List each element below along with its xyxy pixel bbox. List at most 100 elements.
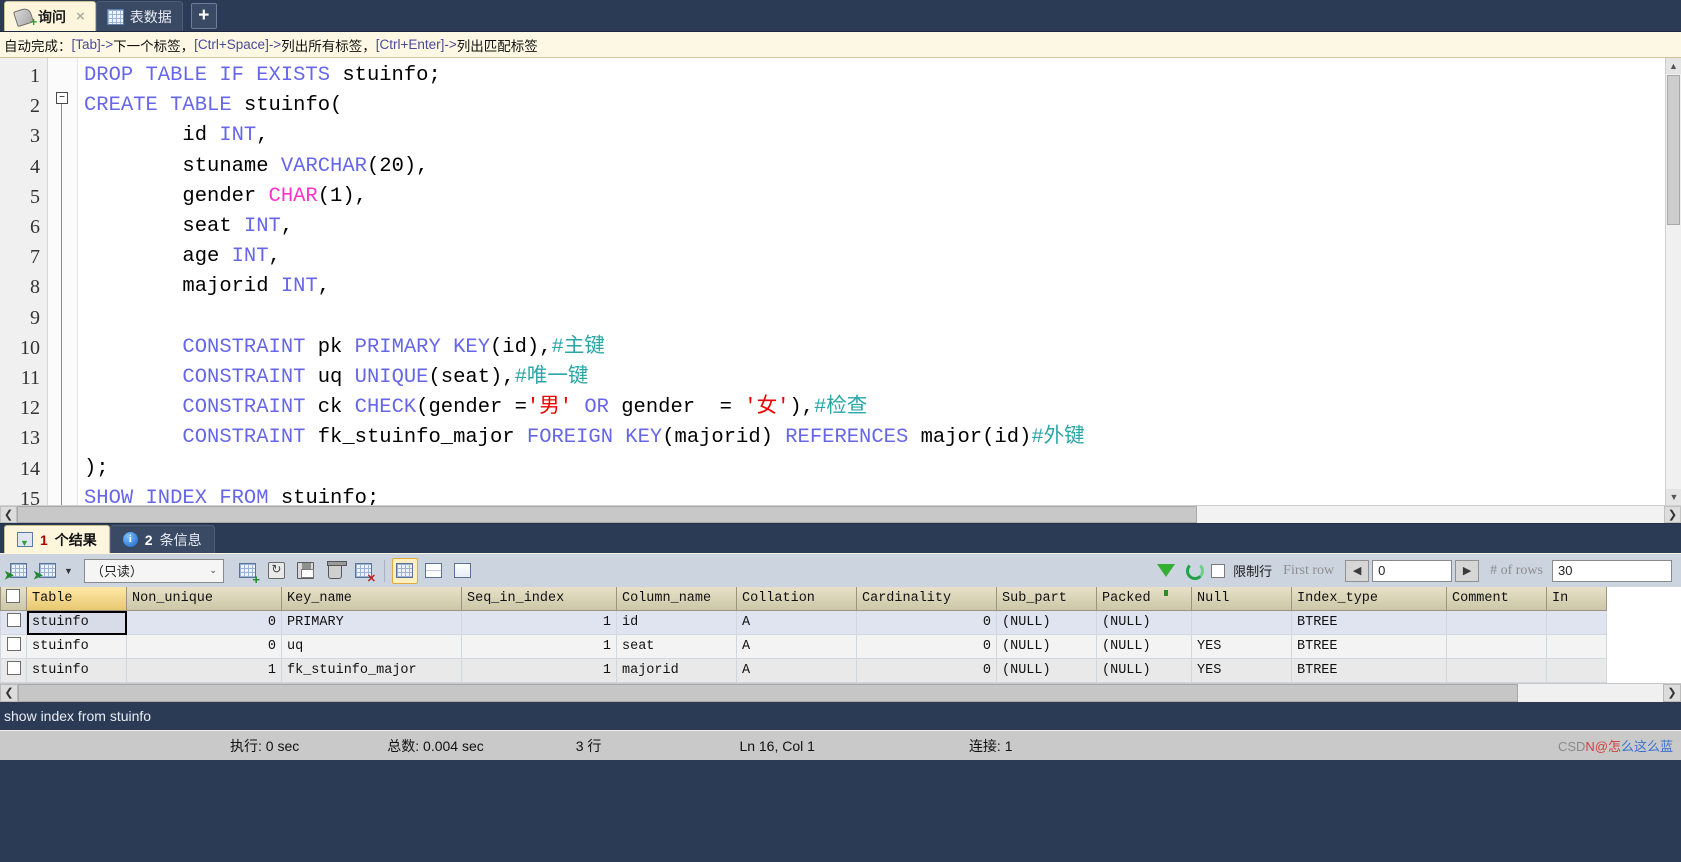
table-cell[interactable]: (NULL) [1097,635,1192,659]
table-cell[interactable]: A [737,635,857,659]
grid-hscroll-track[interactable] [18,684,1663,702]
row-select-cell[interactable] [1,611,27,635]
table-cell[interactable]: 1 [127,659,282,683]
table-cell[interactable]: 0 [857,635,997,659]
sql-editor[interactable]: 123456789101112131415 − DROP TABLE IF EX… [0,58,1681,505]
table-cell[interactable] [1192,611,1292,635]
table-cell[interactable]: 0 [127,611,282,635]
table-cell[interactable]: BTREE [1292,635,1447,659]
grid-horizontal-scrollbar[interactable]: ❮ ❯ [0,683,1681,702]
form-view-button[interactable] [421,558,447,584]
column-header[interactable]: Key_name [282,587,462,611]
table-cell[interactable]: 0 [127,635,282,659]
editor-horizontal-scrollbar[interactable]: ❮ ❯ [0,505,1681,523]
column-header[interactable]: Cardinality [857,587,997,611]
code-fold-column[interactable]: − [48,58,78,505]
table-cell[interactable]: 0 [857,611,997,635]
scroll-right-icon[interactable]: ❯ [1664,506,1681,523]
tab-table-data[interactable]: 表数据 [96,1,183,31]
column-header[interactable]: Collation [737,587,857,611]
column-header[interactable]: In [1547,587,1607,611]
save-record-button[interactable] [293,558,319,584]
table-cell[interactable]: fk_stuinfo_major [282,659,462,683]
column-header[interactable]: Null [1192,587,1292,611]
table-cell[interactable]: 1 [462,635,617,659]
table-cell[interactable]: majorid [617,659,737,683]
table-cell[interactable] [1447,611,1547,635]
table-cell[interactable]: (NULL) [997,659,1097,683]
scroll-down-icon[interactable]: ▼ [1666,489,1681,505]
grid-hscroll-thumb[interactable] [18,684,1518,702]
select-all-header[interactable] [1,587,27,611]
grid-mode-select[interactable]: （只读） ⌄ [84,559,224,583]
table-cell[interactable]: YES [1192,635,1292,659]
tab-query[interactable]: 询问 × [4,1,96,31]
tab-results[interactable]: 1 个结果 [4,525,110,553]
row-select-cell[interactable] [1,635,27,659]
duplicate-row-button[interactable]: ➤ [34,558,60,584]
next-row-button[interactable]: ▶ [1455,560,1479,582]
refresh-button[interactable] [1182,558,1208,584]
scroll-thumb[interactable] [1667,75,1680,225]
results-grid[interactable]: TableNon_uniqueKey_nameSeq_in_indexColum… [0,587,1681,683]
table-cell[interactable]: stuinfo [27,611,127,635]
scroll-up-icon[interactable]: ▲ [1666,58,1681,74]
prev-row-button[interactable]: ◀ [1345,560,1369,582]
table-cell[interactable]: 1 [462,611,617,635]
text-view-button[interactable] [450,558,476,584]
add-record-button[interactable] [235,558,261,584]
column-header[interactable]: Seq_in_index [462,587,617,611]
tab-messages[interactable]: i 2 条信息 [110,525,215,553]
sql-code-area[interactable]: DROP TABLE IF EXISTS stuinfo;CREATE TABL… [78,58,1681,505]
table-cell[interactable]: YES [1192,659,1292,683]
table-cell[interactable] [1547,659,1607,683]
column-header[interactable]: Non_unique [127,587,282,611]
table-cell[interactable]: A [737,659,857,683]
column-header[interactable]: Index_type [1292,587,1447,611]
column-header[interactable]: Table [27,587,127,611]
chevron-down-icon[interactable]: ▼ [64,566,73,576]
table-cell[interactable]: (NULL) [997,611,1097,635]
row-select-cell[interactable] [1,659,27,683]
new-tab-button[interactable]: + [191,3,217,29]
checkbox-icon[interactable] [7,613,21,627]
table-cell[interactable] [1447,635,1547,659]
column-header[interactable]: Packed [1097,587,1192,611]
first-row-input[interactable]: 0 [1372,560,1452,582]
close-icon[interactable]: × [76,8,85,25]
checkbox-icon[interactable] [6,589,20,603]
table-row[interactable]: stuinfo1fk_stuinfo_major1majoridA0(NULL)… [1,659,1607,683]
cancel-record-button[interactable] [351,558,377,584]
table-cell[interactable]: BTREE [1292,611,1447,635]
scroll-left-icon[interactable]: ❮ [0,506,17,523]
insert-row-button[interactable]: ➤ [5,558,31,584]
delete-record-button[interactable] [322,558,348,584]
checkbox-icon[interactable] [7,637,21,651]
hscroll-track[interactable] [17,506,1664,523]
fold-toggle-icon[interactable]: − [56,92,68,104]
table-cell[interactable]: BTREE [1292,659,1447,683]
table-cell[interactable] [1547,635,1607,659]
table-cell[interactable]: seat [617,635,737,659]
editor-vertical-scrollbar[interactable]: ▲ ▼ [1665,58,1681,505]
table-cell[interactable] [1547,611,1607,635]
table-cell[interactable]: A [737,611,857,635]
table-row[interactable]: stuinfo0PRIMARY1idA0(NULL)(NULL)BTREE [1,611,1607,635]
table-cell[interactable]: (NULL) [1097,611,1192,635]
column-header[interactable]: Column_name [617,587,737,611]
table-row[interactable]: stuinfo0uq1seatA0(NULL)(NULL)YESBTREE [1,635,1607,659]
hscroll-thumb[interactable] [17,506,1197,523]
table-cell[interactable]: (NULL) [997,635,1097,659]
table-cell[interactable]: 0 [857,659,997,683]
grid-scroll-right-icon[interactable]: ❯ [1663,684,1681,702]
checkbox-icon[interactable] [7,661,21,675]
table-cell[interactable]: (NULL) [1097,659,1192,683]
limit-rows-checkbox[interactable] [1211,564,1225,578]
table-cell[interactable]: 1 [462,659,617,683]
table-cell[interactable]: id [617,611,737,635]
refresh-record-button[interactable] [264,558,290,584]
table-cell[interactable]: uq [282,635,462,659]
num-rows-input[interactable]: 30 [1552,560,1672,582]
column-header[interactable]: Sub_part [997,587,1097,611]
grid-view-button[interactable] [392,558,418,584]
